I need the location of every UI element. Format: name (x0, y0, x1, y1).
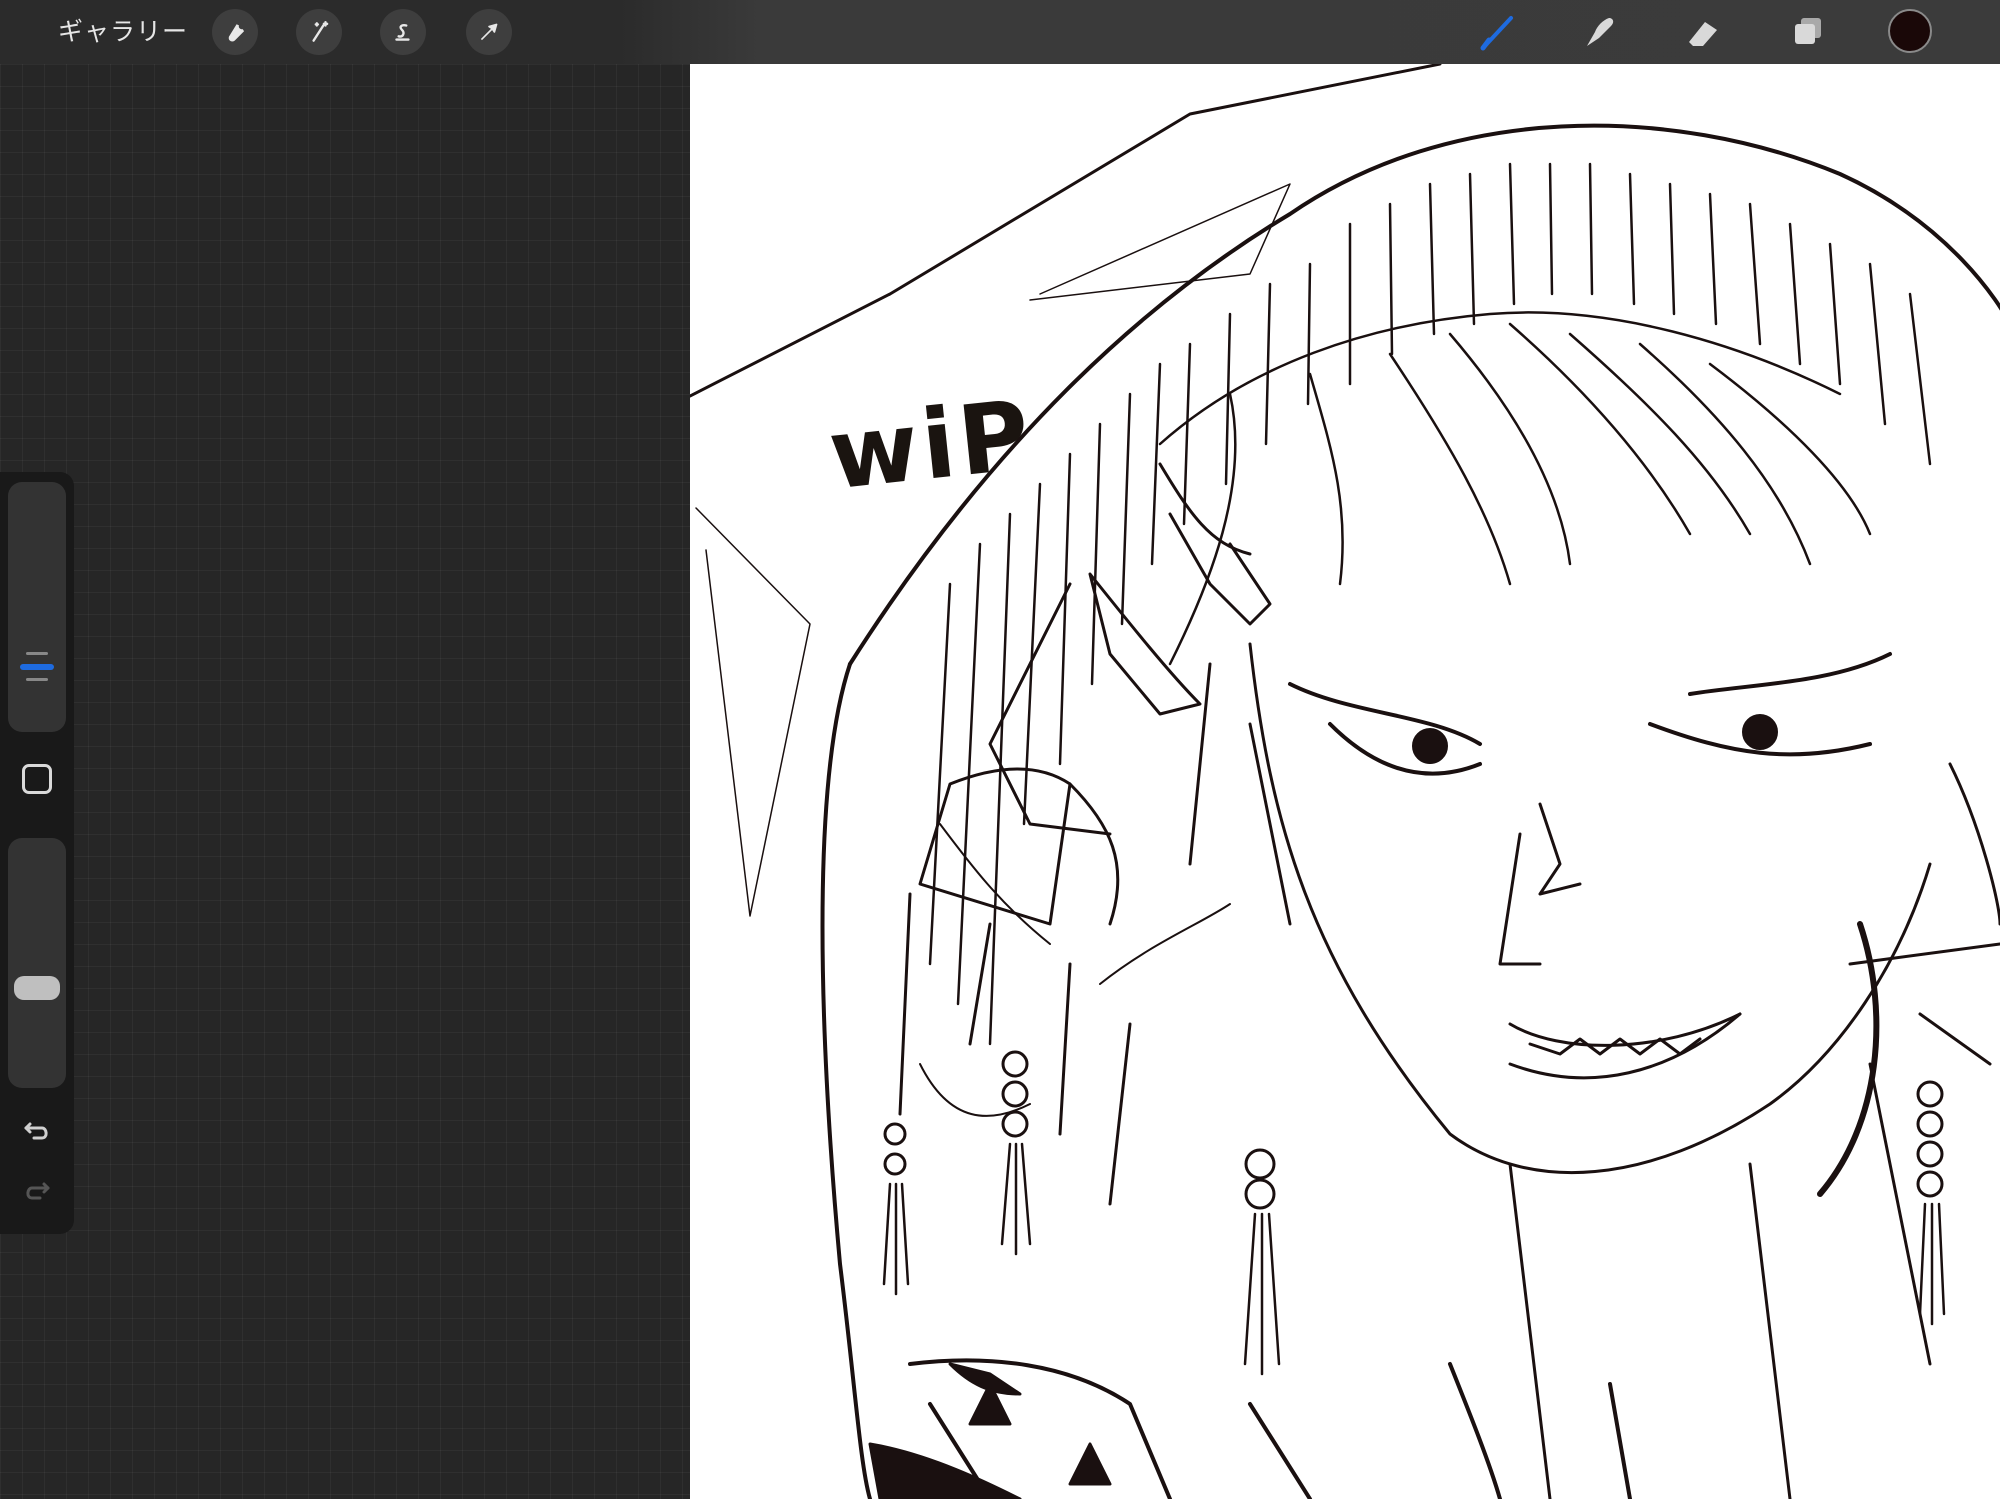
redo-arrow-icon[interactable] (18, 1172, 56, 1210)
layers-icon[interactable] (1784, 9, 1830, 55)
line-art-sketch (690, 64, 2000, 1499)
wrench-icon[interactable] (212, 9, 258, 55)
square-icon[interactable] (22, 764, 52, 794)
smudge-finger-icon[interactable] (1576, 9, 1622, 55)
opacity-slider[interactable] (8, 838, 66, 1088)
canvas-workspace (0, 64, 690, 1499)
selection-s-icon[interactable] (380, 9, 426, 55)
brush-size-slider[interactable] (8, 482, 66, 732)
brush-icon[interactable] (1474, 9, 1520, 55)
top-toolbar: ギャラリー (0, 0, 2000, 64)
color-swatch[interactable] (1888, 9, 1932, 53)
arrow-cursor-icon[interactable] (466, 9, 512, 55)
wip-annotation: wiP (824, 378, 1039, 512)
undo-arrow-icon[interactable] (18, 1112, 56, 1150)
eraser-icon[interactable] (1680, 9, 1726, 55)
magic-wand-icon[interactable] (296, 9, 342, 55)
left-sidebar (0, 472, 74, 1234)
gallery-button[interactable]: ギャラリー (58, 14, 188, 50)
slider-handle-icon[interactable] (20, 652, 54, 682)
slider-handle-icon[interactable] (14, 976, 60, 1000)
drawing-canvas[interactable]: wiP (690, 64, 2000, 1499)
